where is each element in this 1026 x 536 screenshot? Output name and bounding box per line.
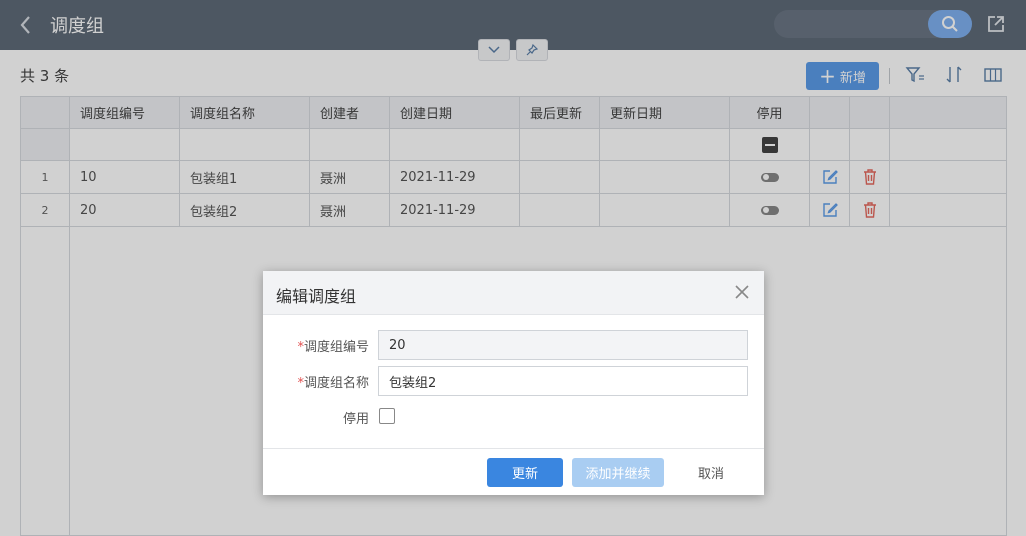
field-label: 停用 <box>342 412 369 427</box>
form-row-disabled: 停用 <box>263 402 764 432</box>
dialog-header: 编辑调度组 <box>263 271 764 315</box>
dialog-title: 编辑调度组 <box>276 287 357 306</box>
add-continue-button[interactable]: 添加并继续 <box>572 458 664 487</box>
field-label-text: 调度组编号 <box>303 340 369 355</box>
name-field[interactable]: 包装组2 <box>378 366 748 396</box>
cancel-button[interactable]: 取消 <box>673 458 749 487</box>
form-row-code: *调度组编号 20 <box>263 330 764 360</box>
form-row-name: *调度组名称 包装组2 <box>263 366 764 396</box>
edit-dialog: 编辑调度组 *调度组编号 20 *调度组名称 包装组2 停用 更新 添加并继续 … <box>263 271 764 495</box>
field-label: *调度组编号 <box>297 336 369 355</box>
close-icon[interactable] <box>734 284 750 300</box>
code-field[interactable]: 20 <box>378 330 748 360</box>
update-button[interactable]: 更新 <box>487 458 563 487</box>
field-label: *调度组名称 <box>297 372 369 391</box>
dialog-footer: 更新 添加并继续 取消 <box>263 448 764 495</box>
disabled-checkbox[interactable] <box>379 408 395 424</box>
field-label-text: 调度组名称 <box>303 376 369 391</box>
